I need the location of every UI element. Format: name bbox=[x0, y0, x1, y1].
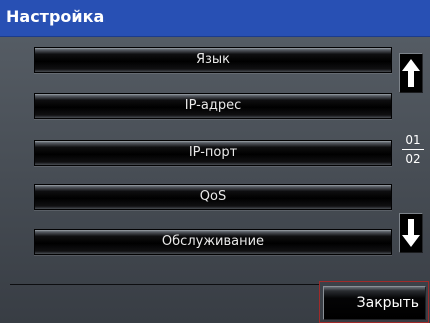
menu-item-maintenance[interactable]: Обслуживание bbox=[34, 229, 392, 255]
footer-divider bbox=[10, 284, 320, 285]
menu-item-qos[interactable]: QoS bbox=[34, 184, 392, 210]
page-current: 01 bbox=[405, 133, 421, 147]
arrow-down-icon bbox=[402, 219, 420, 247]
arrow-up-icon bbox=[402, 59, 420, 87]
window-title: Настройка bbox=[6, 7, 105, 26]
page-total: 02 bbox=[405, 152, 421, 166]
menu-item-ip-address[interactable]: IP-адрес bbox=[34, 93, 392, 119]
page-divider bbox=[402, 149, 424, 150]
menu-item-ip-port[interactable]: IP-порт bbox=[34, 140, 392, 166]
scroll-down-button[interactable] bbox=[399, 213, 423, 253]
page-indicator: 01 02 bbox=[401, 133, 425, 167]
close-button[interactable]: Закрыть bbox=[323, 286, 426, 320]
title-bar: Настройка bbox=[0, 0, 430, 37]
menu-item-language[interactable]: Язык bbox=[34, 47, 392, 73]
scroll-up-button[interactable] bbox=[399, 53, 423, 93]
